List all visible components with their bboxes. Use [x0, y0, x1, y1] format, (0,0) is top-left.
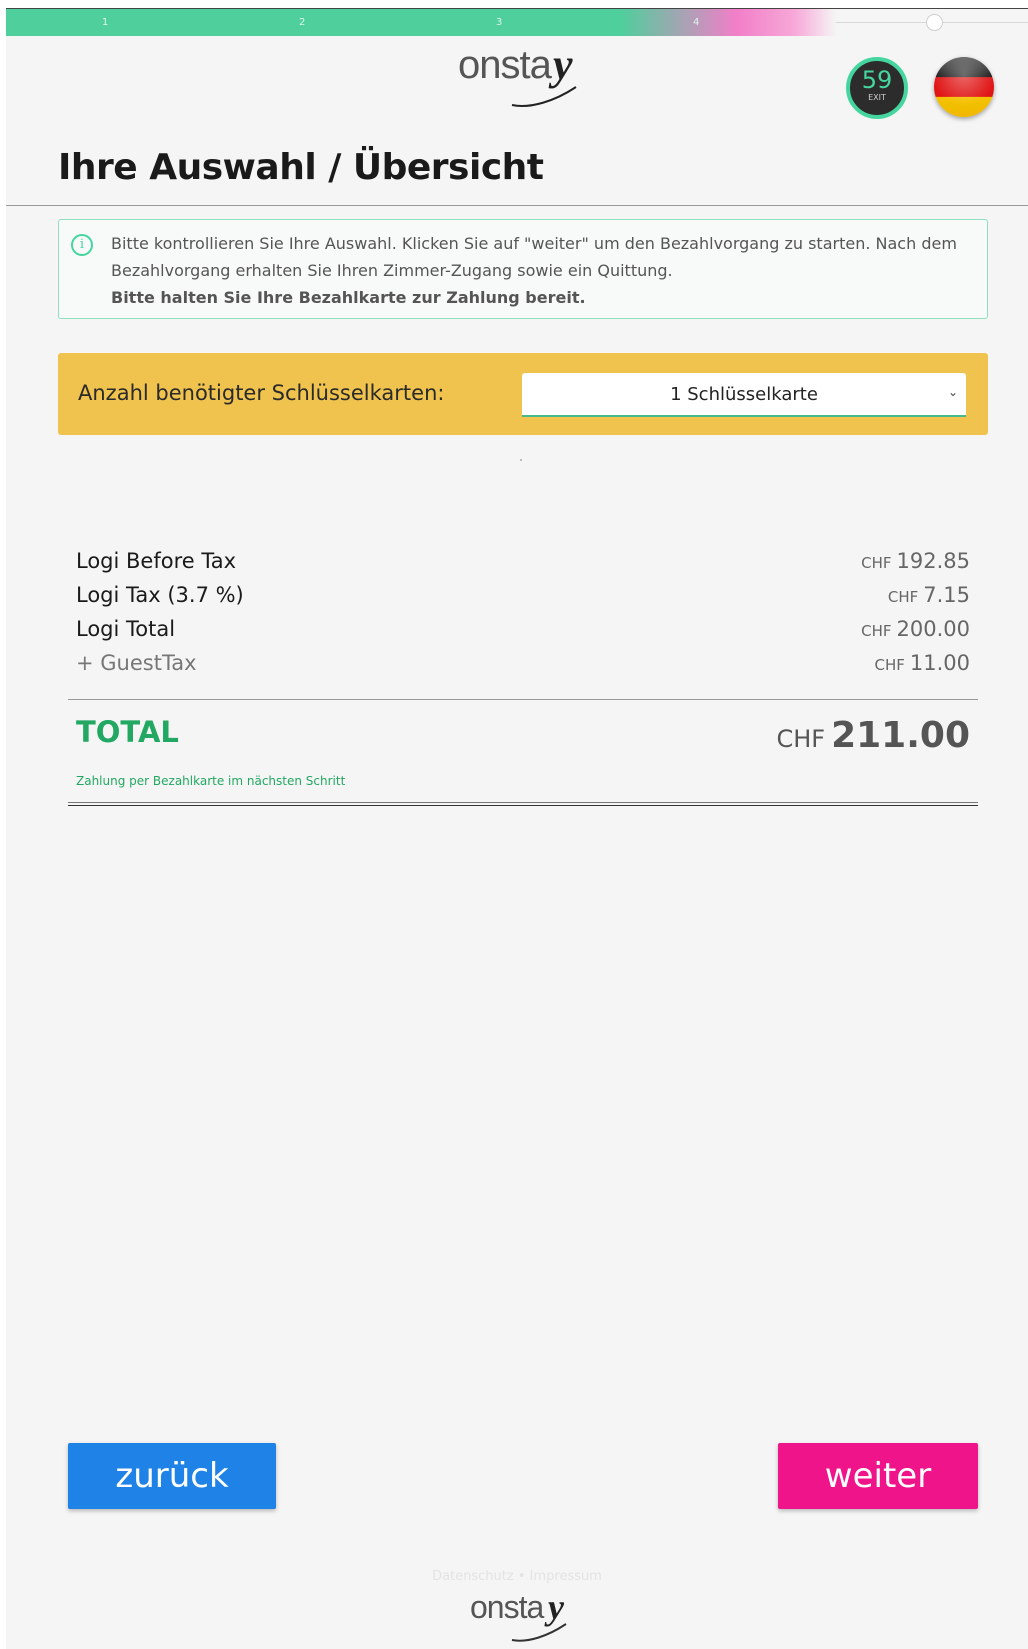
info-icon: i [71, 234, 93, 256]
back-button[interactable]: zurück [68, 1443, 276, 1509]
payment-note: Zahlung per Bezahlkarte im nächsten Schr… [76, 774, 346, 788]
currency-label: CHF [887, 588, 919, 606]
keycard-label: Anzahl benötigter Schlüsselkarten: [78, 381, 445, 405]
keycard-panel: Anzahl benötigter Schlüsselkarten: 1 Sch… [58, 353, 988, 435]
progress-fill [6, 9, 836, 36]
info-line-1: Bitte kontrollieren Sie Ihre Auswahl. Kl… [111, 234, 957, 280]
keycard-count-select[interactable]: 1 Schlüsselkarte ⌄ [522, 373, 966, 417]
total-label: TOTAL [76, 715, 179, 749]
keycard-select-value: 1 Schlüsselkarte [670, 384, 818, 405]
logo-text: onsta [458, 43, 552, 87]
price-amount: CHF 200.00 [861, 617, 970, 641]
info-alert: i Bitte kontrollieren Sie Ihre Auswahl. … [58, 219, 988, 319]
price-amount: CHF 192.85 [861, 549, 970, 573]
price-row: Logi Total CHF 200.00 [68, 617, 978, 651]
next-button[interactable]: weiter [778, 1443, 978, 1509]
price-amount: CHF 7.15 [888, 583, 970, 607]
currency-label: CHF [861, 622, 892, 640]
onstay-logo: onsta y [458, 40, 588, 113]
price-table: Logi Before Tax CHF 192.85 Logi Tax (3.7 … [68, 549, 978, 685]
amount-value: 192.85 [896, 549, 970, 573]
price-row: + GuestTax CHF 11.00 [68, 651, 978, 685]
progress-step-1: 1 [102, 17, 109, 28]
progress-step-2: 2 [299, 17, 306, 28]
progress-knob [926, 14, 943, 31]
total-divider [68, 699, 978, 700]
footer-logo-swoosh-icon [511, 1623, 567, 1642]
info-line-2: Bitte halten Sie Ihre Bezahlkarte zur Za… [111, 288, 586, 307]
price-row: Logi Tax (3.7 %) CHF 7.15 [68, 583, 978, 617]
page: 1 2 3 4 onsta y 59 EXIT Ihre Auswahl / Ü… [6, 8, 1028, 1649]
timer-seconds: 59 [861, 66, 893, 94]
progress-bar: 1 2 3 4 [6, 9, 1028, 36]
title-divider [6, 205, 1028, 206]
total-amount: CHF 211.00 [776, 715, 970, 756]
total-double-rule [68, 802, 978, 806]
amount-value: 200.00 [896, 617, 970, 641]
footer-links[interactable]: Datenschutz • Impressum [6, 1569, 1028, 1584]
price-label: Logi Before Tax [76, 549, 237, 573]
price-label: Logi Total [76, 617, 176, 641]
exit-timer-button[interactable]: 59 EXIT [846, 57, 908, 119]
page-title: Ihre Auswahl / Übersicht [58, 147, 544, 188]
price-label: + GuestTax [76, 651, 197, 675]
currency-label: CHF [861, 554, 892, 572]
price-amount: CHF 11.00 [874, 651, 970, 675]
footer-logo: onsta y [470, 1587, 580, 1649]
total-currency: CHF [776, 725, 826, 753]
progress-step-3: 3 [496, 17, 503, 28]
amount-value: 7.15 [923, 583, 970, 607]
logo-swoosh-icon [511, 86, 577, 107]
progress-step-4: 4 [693, 17, 700, 28]
info-text: Bitte kontrollieren Sie Ihre Auswahl. Kl… [111, 230, 971, 311]
price-label: Logi Tax (3.7 %) [76, 583, 244, 607]
decorative-dot [520, 459, 522, 461]
currency-label: CHF [874, 656, 905, 674]
total-value: 211.00 [831, 715, 970, 756]
price-row: Logi Before Tax CHF 192.85 [68, 549, 978, 583]
timer-exit-label: EXIT [868, 93, 886, 102]
germany-flag-icon[interactable] [934, 57, 994, 117]
chevron-down-icon: ⌄ [947, 385, 958, 399]
amount-value: 11.00 [909, 651, 970, 675]
